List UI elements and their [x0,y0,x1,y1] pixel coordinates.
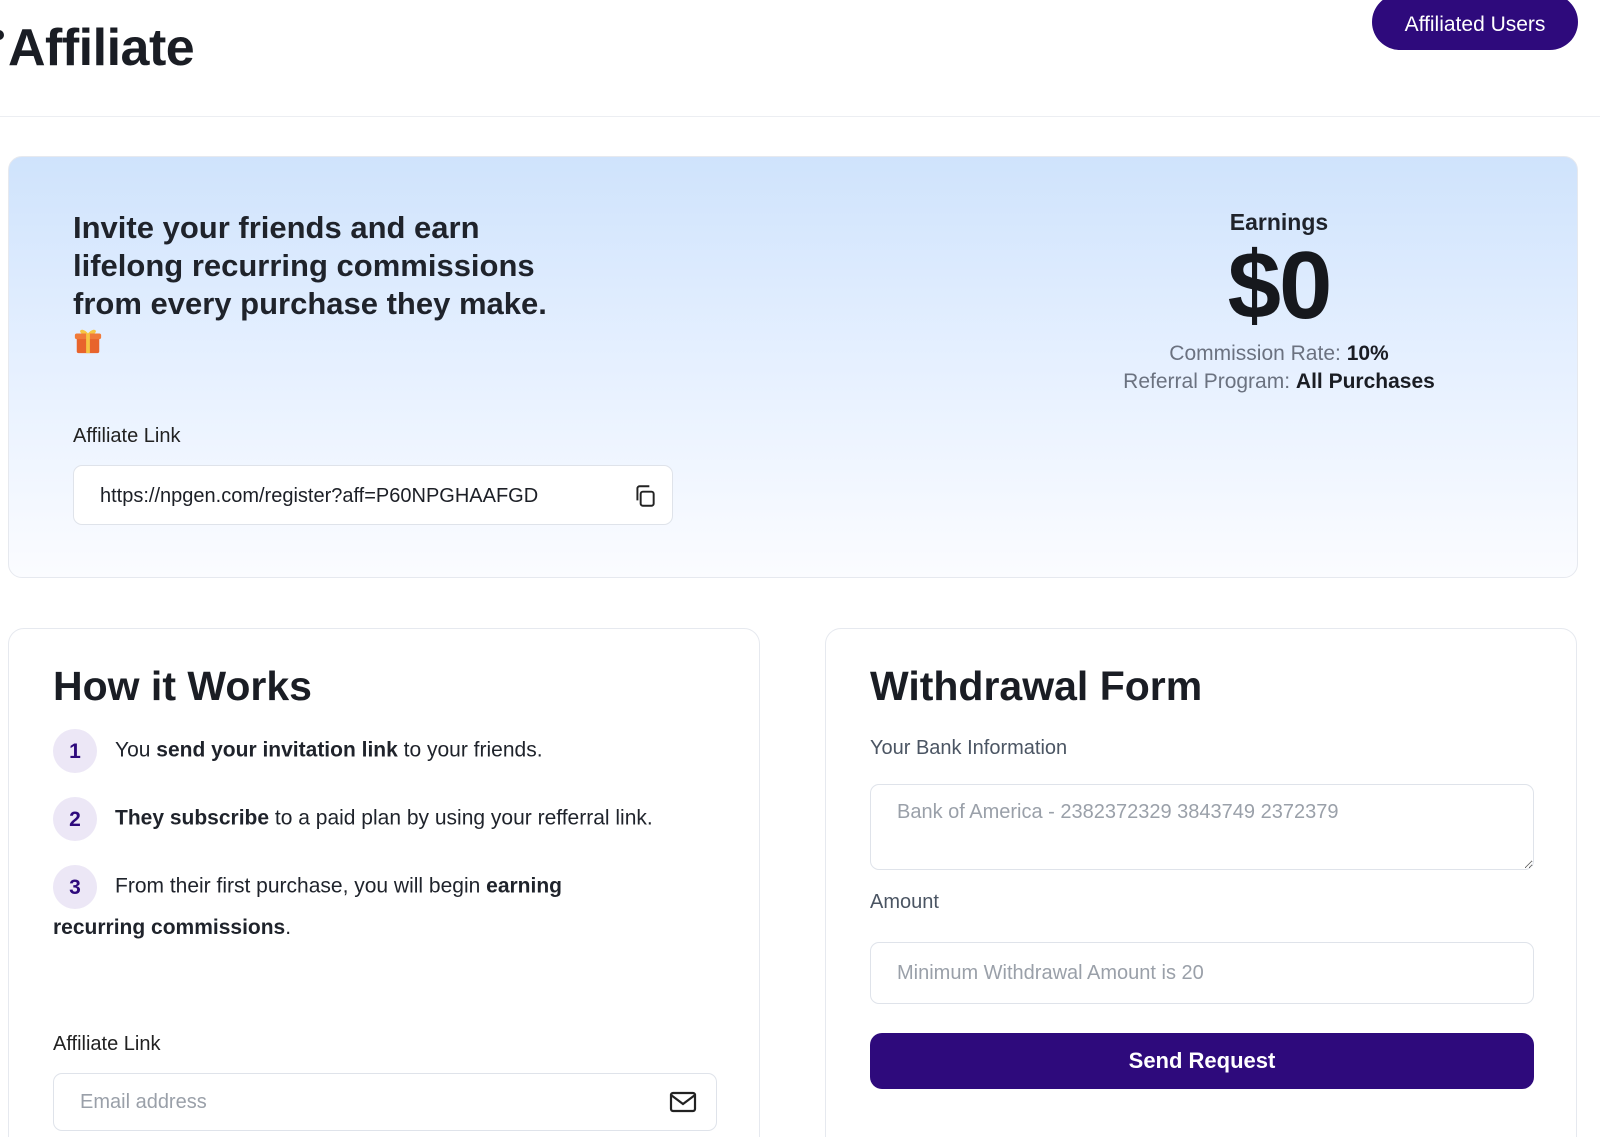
earnings-summary: Earnings $0 Commission Rate: 10% Referra… [1069,209,1489,394]
title-marker [0,30,4,40]
gift-icon [74,329,102,354]
page-title: Affiliate [8,19,195,77]
invite-banner: Invite your friends and earn lifelong re… [8,156,1578,578]
affiliate-link-text: https://npgen.com/register?aff=P60NPGHAA… [100,485,539,507]
referral-program-value: All Purchases [1295,370,1435,393]
invite-headline: Invite your friends and earn lifelong re… [73,210,547,321]
earnings-amount: $0 [1227,232,1333,339]
affiliate-link-field[interactable]: https://npgen.com/register?aff=P60NPGHAA… [73,465,673,525]
referral-program-label: Referral Program: [1123,370,1291,393]
step-item: 3 From their first purchase, you will beg… [53,865,613,946]
affiliated-users-button[interactable]: Affiliated Users [1372,0,1578,50]
commission-rate-value: 10% [1346,342,1389,365]
withdrawal-form-card: Withdrawal Form Your Bank Information Am… [825,628,1577,1137]
bank-information-label: Your Bank Information [870,737,1068,759]
amount-label: Amount [870,891,939,913]
send-request-button[interactable]: Send Request [870,1033,1534,1089]
step-item: 2 They subscribe to a paid plan by using … [53,797,733,841]
step-number: 2 [53,797,97,841]
step-text: From their first purchase, you will begi… [115,874,487,898]
how-it-works-card: How it Works 1 You send your invitation l… [8,628,760,1137]
step-item: 1 You send your invitation link to your f… [53,729,733,773]
step-text: to a paid plan by using your refferral l… [269,806,653,830]
withdrawal-form-title: Withdrawal Form [870,663,1203,709]
bank-information-input[interactable] [870,784,1534,870]
step-number: 1 [53,729,97,773]
copy-icon[interactable] [632,483,658,509]
referral-program: Referral Program: All Purchases [1069,370,1489,394]
step-text: . [285,916,292,939]
mail-icon[interactable] [668,1088,698,1116]
step-text: to your friends. [397,738,543,762]
email-field [53,1073,717,1131]
commission-rate: Commission Rate: 10% [1069,342,1489,366]
affiliate-link-label: Affiliate Link [53,1033,161,1055]
page-header: Affiliate Affiliated Users [0,0,1600,117]
email-input[interactable] [80,1091,640,1114]
amount-input[interactable] [870,942,1534,1004]
affiliate-link-label: Affiliate Link [73,425,181,447]
step-text: You [115,738,157,762]
step-number: 3 [53,865,97,909]
how-it-works-title: How it Works [53,663,312,709]
commission-rate-label: Commission Rate: [1169,342,1341,365]
step-bold-text: They subscribe [115,806,270,830]
step-bold-text: send your invitation link [156,738,398,762]
